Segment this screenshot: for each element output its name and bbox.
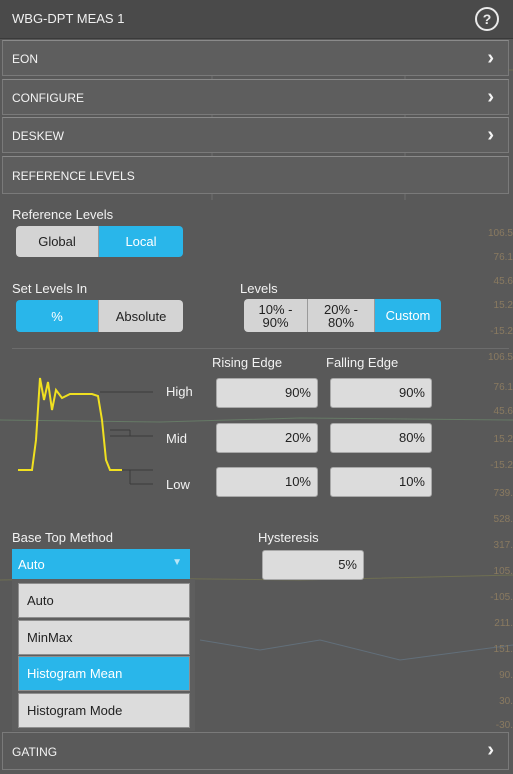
- reference-local-button[interactable]: Local: [99, 226, 183, 257]
- bg-readout: 106.5: [487, 228, 513, 239]
- bg-readout: 151.: [493, 644, 513, 655]
- falling-edge-header: Falling Edge: [326, 355, 399, 370]
- option-histogram-mean[interactable]: Histogram Mean: [18, 656, 190, 691]
- base-top-method-dropdown[interactable]: Auto ▼: [12, 549, 190, 579]
- bg-readout: -15.2: [490, 326, 513, 337]
- help-icon[interactable]: ?: [475, 7, 499, 31]
- chevron-down-icon: ▼: [172, 557, 182, 568]
- bg-readout: 739.: [493, 488, 513, 499]
- chevron-right-icon: ›: [487, 47, 494, 69]
- set-levels-in-toggle: % Absolute: [16, 300, 183, 332]
- edge-row-mid-label: Mid: [166, 431, 187, 446]
- rising-edge-header: Rising Edge: [212, 355, 283, 370]
- levels-10-90-button[interactable]: 10% - 90%: [244, 299, 308, 332]
- hysteresis-field[interactable]: 5%: [262, 550, 364, 580]
- section-deskew[interactable]: DESKEW ›: [2, 117, 509, 153]
- base-top-method-label: Base Top Method: [12, 530, 113, 545]
- title-bar: WBG-DPT MEAS 1 ?: [0, 0, 513, 39]
- set-levels-in-label: Set Levels In: [12, 281, 88, 296]
- levels-custom-button[interactable]: Custom: [375, 299, 441, 332]
- mid-falling-field[interactable]: 80%: [330, 423, 432, 453]
- bg-readout: 45.6: [493, 276, 513, 287]
- section-label: EON: [12, 52, 39, 66]
- section-reference-levels[interactable]: REFERENCE LEVELS: [2, 156, 509, 194]
- divider: [12, 348, 509, 349]
- bg-readout: 90.: [499, 670, 513, 681]
- reference-global-button[interactable]: Global: [16, 226, 99, 257]
- chevron-right-icon: ›: [487, 124, 494, 146]
- section-eon[interactable]: EON ›: [2, 40, 509, 76]
- levels-preset-toggle: 10% - 90% 20% - 80% Custom: [244, 299, 441, 332]
- chevron-right-icon: ›: [487, 739, 494, 761]
- high-rising-field[interactable]: 90%: [216, 378, 318, 408]
- absolute-button[interactable]: Absolute: [99, 300, 183, 332]
- section-label: REFERENCE LEVELS: [12, 169, 135, 183]
- section-label: CONFIGURE: [12, 91, 84, 105]
- bg-readout: 30.: [499, 696, 513, 707]
- edge-row-low-label: Low: [166, 477, 190, 492]
- reference-levels-toggle: Global Local: [16, 226, 183, 257]
- edge-row-high-label: High: [166, 384, 193, 399]
- bg-readout: -30.: [495, 720, 513, 731]
- levels-20-80-button[interactable]: 20% - 80%: [308, 299, 375, 332]
- bg-readout: 15.2: [493, 300, 513, 311]
- bg-readout: 15.2: [493, 434, 513, 445]
- option-minmax[interactable]: MinMax: [18, 620, 190, 655]
- base-top-method-value: Auto: [18, 557, 45, 572]
- section-label: DESKEW: [12, 129, 65, 143]
- bg-readout: 211.: [494, 618, 513, 629]
- bg-readout: 105.: [493, 566, 513, 577]
- bg-readout: 45.6: [493, 406, 513, 417]
- bg-readout: 76.1: [493, 252, 513, 263]
- panel-title: WBG-DPT MEAS 1: [12, 11, 125, 26]
- bg-readout: 76.1: [493, 382, 513, 393]
- bg-readout: 317.: [493, 540, 513, 551]
- levels-label: Levels: [240, 281, 278, 296]
- section-configure[interactable]: CONFIGURE ›: [2, 79, 509, 115]
- mid-rising-field[interactable]: 20%: [216, 423, 318, 453]
- low-rising-field[interactable]: 10%: [216, 467, 318, 497]
- hysteresis-label: Hysteresis: [258, 530, 319, 545]
- option-histogram-mode[interactable]: Histogram Mode: [18, 693, 190, 728]
- low-falling-field[interactable]: 10%: [330, 467, 432, 497]
- bg-readout: 106.5: [487, 352, 513, 363]
- bg-readout: -15.2: [490, 460, 513, 471]
- bg-readout: -105.: [490, 592, 513, 603]
- option-auto[interactable]: Auto: [18, 583, 190, 618]
- section-gating[interactable]: GATING ›: [2, 732, 509, 770]
- chevron-right-icon: ›: [487, 86, 494, 108]
- section-label: GATING: [12, 745, 58, 759]
- high-falling-field[interactable]: 90%: [330, 378, 432, 408]
- edge-waveform-diagram: [18, 377, 153, 485]
- percent-button[interactable]: %: [16, 300, 99, 332]
- reference-levels-label: Reference Levels: [12, 207, 114, 222]
- bg-readout: 528.: [493, 514, 513, 525]
